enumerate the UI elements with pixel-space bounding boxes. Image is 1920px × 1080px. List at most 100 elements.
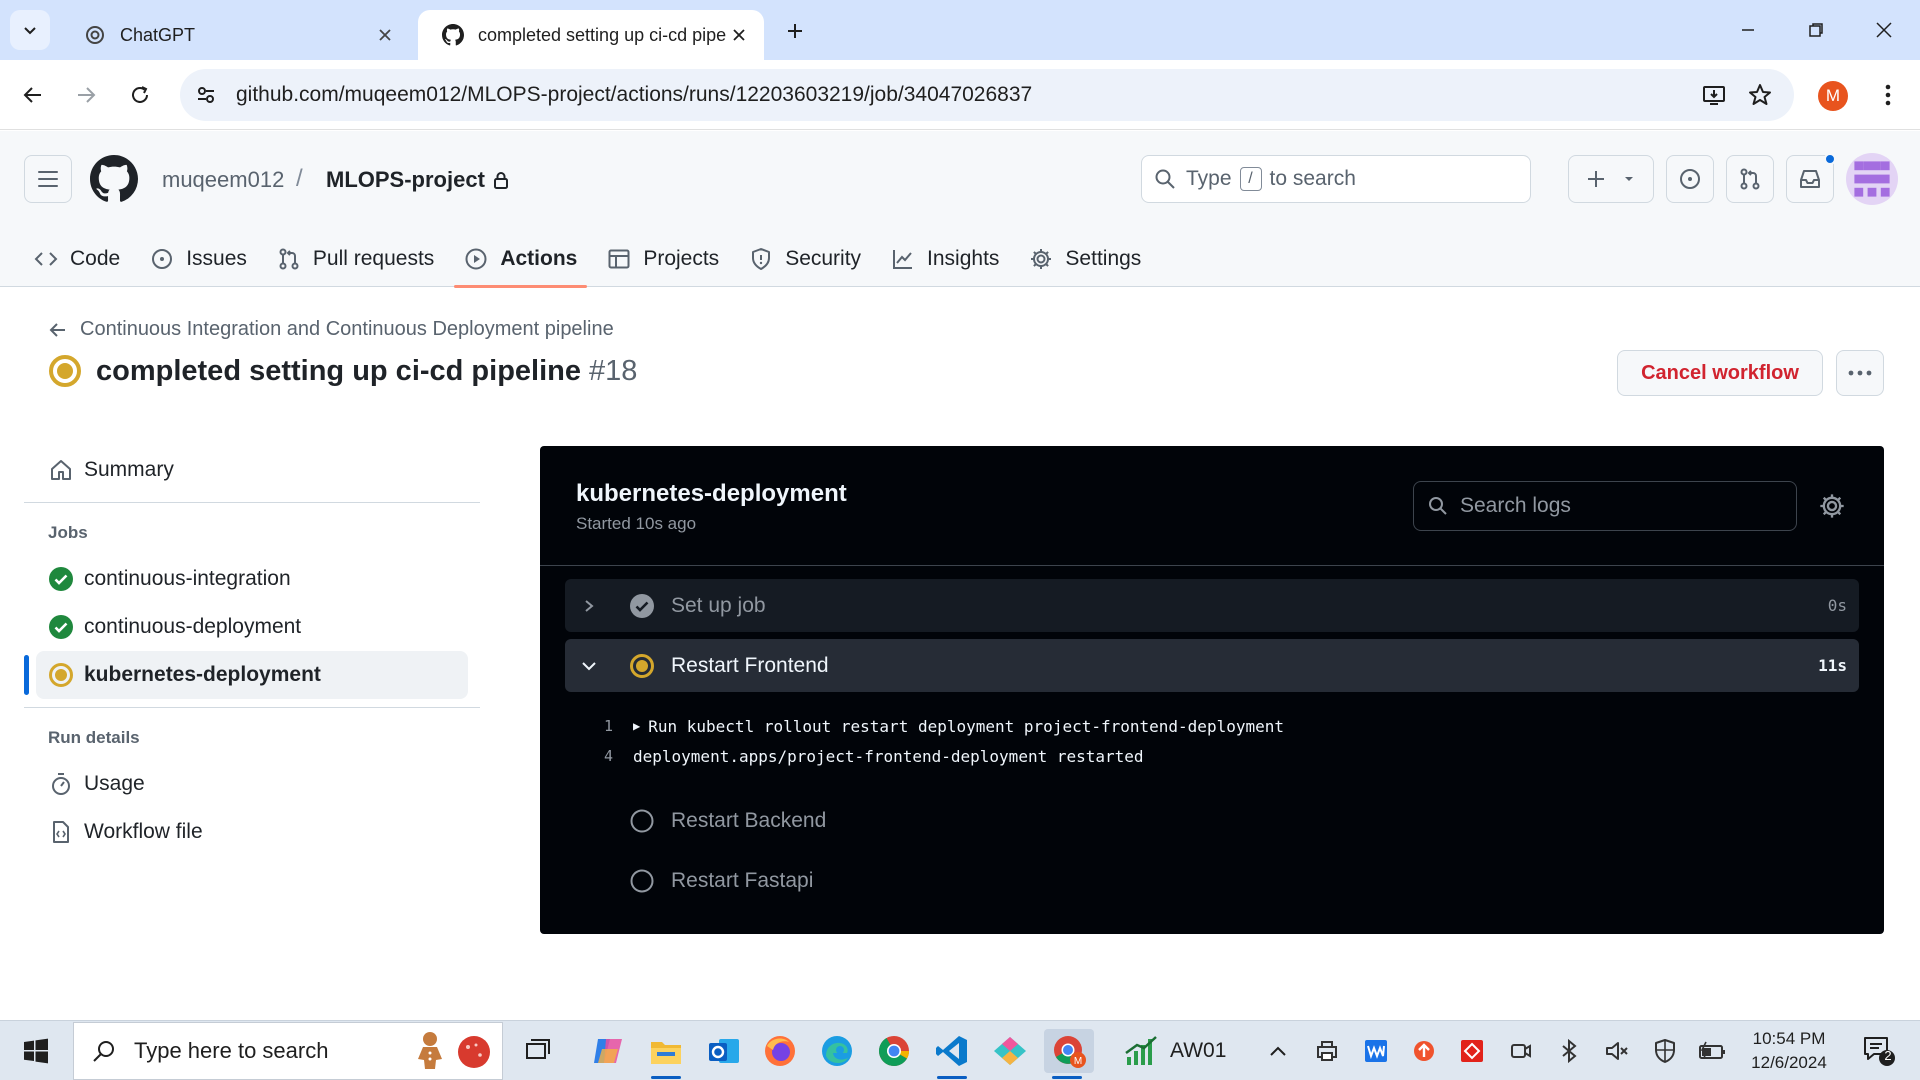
tray-app-2[interactable] <box>1360 1033 1392 1069</box>
tray-app-4[interactable] <box>1456 1033 1488 1069</box>
back-button[interactable] <box>13 75 53 115</box>
browser-menu-button[interactable] <box>1870 77 1906 113</box>
battery-button[interactable] <box>1697 1033 1729 1069</box>
step-name: Set up job <box>671 593 766 617</box>
printer-icon <box>1317 1041 1337 1061</box>
tab-insights[interactable]: Insights <box>881 231 1009 287</box>
taskbar-edge[interactable] <box>814 1029 860 1073</box>
expand-triangle-icon[interactable]: ▶ <box>633 719 640 733</box>
url-text: github.com/muqeem012/MLOPS-project/actio… <box>236 83 1033 106</box>
taskbar-firefox[interactable] <box>757 1029 803 1073</box>
tab-title: ChatGPT <box>120 24 196 45</box>
show-hidden-icons-button[interactable] <box>1262 1033 1294 1069</box>
security-tray-button[interactable] <box>1649 1033 1681 1069</box>
windows-taskbar: Type here to search M AW01 10:54 PM 12/6… <box>0 1020 1920 1080</box>
issues-shortcut-button[interactable] <box>1666 155 1714 203</box>
browser-tab-github-run[interactable]: completed setting up ci-cd pipe <box>418 10 764 60</box>
sidebar-job-continuous-integration[interactable]: continuous-integration <box>24 555 480 603</box>
restore-window-button[interactable] <box>1792 12 1840 48</box>
sidebar-item-label: Usage <box>84 772 145 795</box>
notification-count: 2 <box>1884 1048 1892 1063</box>
create-new-button[interactable] <box>1568 155 1654 203</box>
tray-app-5[interactable] <box>1505 1033 1537 1069</box>
tab-label: Actions <box>500 247 578 270</box>
site-info-button[interactable] <box>184 73 228 117</box>
gear-icon[interactable] <box>1818 492 1846 520</box>
more-options-button[interactable] <box>1836 350 1884 396</box>
file-code-icon <box>53 821 69 843</box>
step-restart-frontend[interactable]: Restart Frontend 11s <box>565 639 1859 692</box>
tab-security[interactable]: Security <box>739 231 871 287</box>
sidebar-item-workflow-file[interactable]: Workflow file <box>24 808 480 856</box>
repo-navigation: Code Issues Pull requests Actions Projec… <box>24 231 1161 288</box>
cancel-workflow-button[interactable]: Cancel workflow <box>1617 350 1823 396</box>
step-restart-backend[interactable]: Restart Backend <box>565 794 1859 847</box>
star-icon <box>1749 84 1771 105</box>
tab-search-button[interactable] <box>10 10 50 50</box>
taskbar-outlook[interactable] <box>701 1029 747 1073</box>
taskbar-task-view[interactable] <box>516 1029 562 1073</box>
reload-button[interactable] <box>120 75 160 115</box>
tab-issues[interactable]: Issues <box>140 231 257 287</box>
start-button[interactable] <box>12 1031 60 1071</box>
taskbar-chrome-profile[interactable]: M <box>1044 1029 1094 1079</box>
back-to-workflow-link[interactable]: Continuous Integration and Continuous De… <box>48 318 614 341</box>
tab-code[interactable]: Code <box>24 231 130 287</box>
browser-tab-strip: ChatGPT completed setting up ci-cd pipe <box>0 0 1920 60</box>
taskbar-git-app[interactable] <box>987 1029 1033 1073</box>
profile-avatar[interactable]: M <box>1818 81 1848 111</box>
log-line-text: Run kubectl rollout restart deployment p… <box>648 716 1284 736</box>
address-bar[interactable]: github.com/muqeem012/MLOPS-project/actio… <box>180 69 1794 121</box>
taskbar-file-explorer[interactable] <box>643 1029 689 1079</box>
browser-tab-chatgpt[interactable]: ChatGPT <box>60 10 410 60</box>
sidebar-item-usage[interactable]: Usage <box>24 760 480 808</box>
taskbar-search-box[interactable]: Type here to search <box>73 1022 503 1080</box>
search-shortcut-key: / <box>1239 167 1262 191</box>
bookmark-button[interactable] <box>1740 75 1780 115</box>
kebab-icon <box>1885 84 1891 106</box>
log-line[interactable]: 4 deployment.apps/project-frontend-deplo… <box>565 741 1144 771</box>
close-window-button[interactable] <box>1860 12 1908 48</box>
close-tab-icon[interactable] <box>728 24 750 46</box>
tray-app-1[interactable] <box>1311 1033 1343 1069</box>
play-icon <box>465 248 487 270</box>
search-logs-field[interactable] <box>1413 481 1797 531</box>
install-app-button[interactable] <box>1694 75 1734 115</box>
tab-pull-requests[interactable]: Pull requests <box>267 231 444 287</box>
step-set-up-job[interactable]: Set up job 0s <box>565 579 1859 632</box>
close-tab-icon[interactable] <box>374 24 396 46</box>
breadcrumb-owner[interactable]: muqeem012 <box>162 167 284 193</box>
sidebar-job-kubernetes-deployment[interactable]: kubernetes-deployment <box>24 651 468 699</box>
taskbar-chrome[interactable] <box>871 1029 917 1073</box>
minimize-window-button[interactable] <box>1724 12 1772 48</box>
user-avatar[interactable] <box>1846 153 1898 205</box>
github-search-input[interactable]: Type / to search <box>1141 155 1531 203</box>
tab-settings[interactable]: Settings <box>1019 231 1151 287</box>
forward-button[interactable] <box>66 75 106 115</box>
taskbar-stock-widget[interactable] <box>1118 1029 1164 1073</box>
tab-projects[interactable]: Projects <box>597 231 729 287</box>
notifications-button[interactable]: 2 <box>1856 1033 1902 1069</box>
new-tab-button[interactable] <box>780 16 810 46</box>
tab-actions[interactable]: Actions <box>454 231 588 288</box>
volume-button[interactable] <box>1601 1033 1633 1069</box>
step-restart-fastapi[interactable]: Restart Fastapi <box>565 854 1859 907</box>
sidebar-item-summary[interactable]: Summary <box>24 446 480 494</box>
in-progress-icon <box>630 653 654 678</box>
github-logo-icon[interactable] <box>90 155 138 203</box>
breadcrumb-repo[interactable]: MLOPS-project <box>326 167 509 193</box>
tray-app-3[interactable] <box>1408 1033 1440 1069</box>
taskbar-vscode[interactable] <box>929 1029 975 1079</box>
search-icon <box>1155 169 1175 189</box>
graph-icon <box>893 250 913 269</box>
sidebar-job-continuous-deployment[interactable]: continuous-deployment <box>24 603 480 651</box>
arrow-left-icon <box>49 322 65 337</box>
taskbar-copilot[interactable] <box>585 1029 631 1073</box>
taskbar-clock[interactable]: 10:54 PM 12/6/2024 <box>1736 1027 1842 1075</box>
search-logs-input[interactable] <box>1460 494 1760 518</box>
tray-app-6[interactable] <box>1553 1033 1585 1069</box>
log-line[interactable]: 1 ▶ Run kubectl rollout restart deployme… <box>565 711 1284 741</box>
global-nav-menu-button[interactable] <box>24 155 72 203</box>
chrome-icon <box>879 1036 909 1067</box>
pull-requests-shortcut-button[interactable] <box>1726 155 1774 203</box>
